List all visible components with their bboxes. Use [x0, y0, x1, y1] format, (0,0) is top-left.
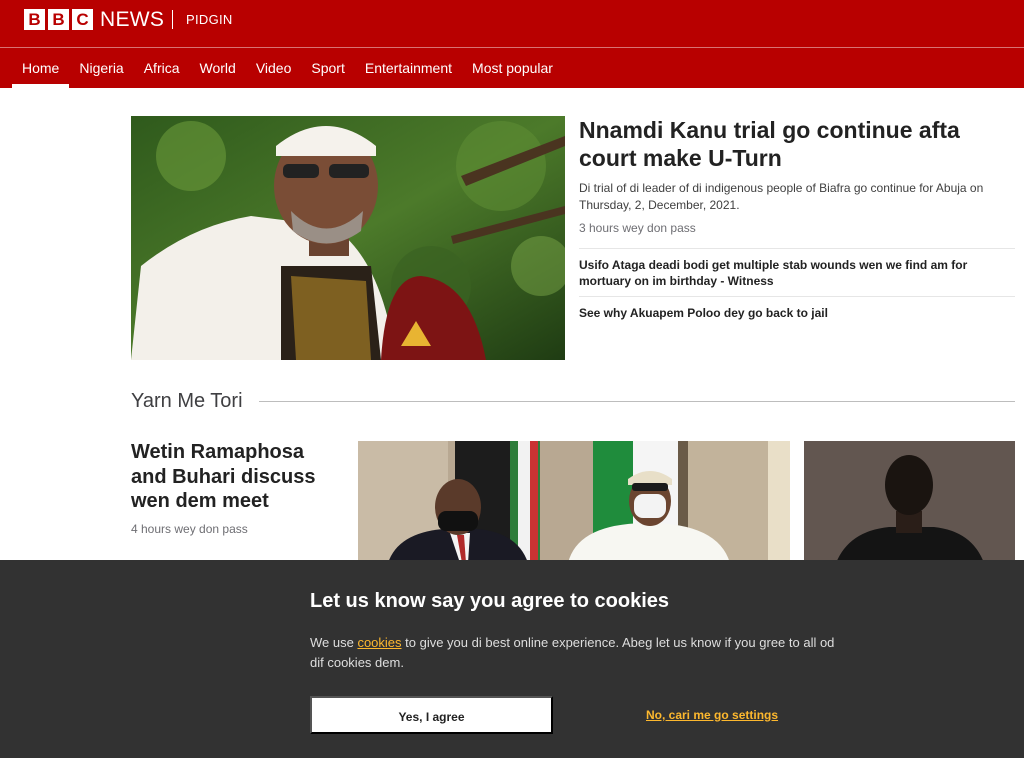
- news-wordmark[interactable]: NEWS: [100, 7, 164, 33]
- related-story-link-ataga[interactable]: Usifo Ataga deadi bodi get multiple stab…: [579, 257, 1015, 289]
- nav-item-world[interactable]: World: [190, 48, 246, 88]
- nav-item-home[interactable]: Home: [12, 48, 70, 88]
- section-story-image[interactable]: [358, 441, 790, 563]
- service-name[interactable]: PIDGIN: [186, 12, 233, 28]
- section-story-headline[interactable]: Wetin Ramaphosa and Buhari discuss wen d…: [131, 440, 341, 514]
- cookie-settings-link[interactable]: No, cari me go settings: [646, 708, 778, 722]
- nav-item-most-popular[interactable]: Most popular: [462, 48, 563, 88]
- masthead: B B C NEWS PIDGIN Home Nigeria Africa Wo…: [0, 0, 1024, 88]
- cookie-banner-body: We use cookies to give you di best onlin…: [310, 633, 840, 673]
- top-story-image[interactable]: [131, 116, 565, 360]
- cookie-banner: Let us know say you agree to cookies We …: [0, 560, 1024, 758]
- top-story-summary: Di trial of di leader of di indigenous p…: [579, 181, 984, 212]
- logo-block-b2: B: [48, 9, 69, 30]
- side-story-image[interactable]: [804, 441, 1015, 563]
- bbc-logo[interactable]: B B C: [24, 9, 93, 30]
- nav-item-video[interactable]: Video: [246, 48, 302, 88]
- nav-item-nigeria[interactable]: Nigeria: [69, 48, 133, 88]
- top-story-headline[interactable]: Nnamdi Kanu trial go continue afta court…: [579, 116, 1015, 172]
- divider: [579, 248, 1015, 249]
- divider: [579, 296, 1015, 297]
- logo-block-b1: B: [24, 9, 45, 30]
- brand-row: B B C NEWS PIDGIN: [0, 0, 1024, 48]
- cookies-link[interactable]: cookies: [357, 635, 401, 650]
- agree-button[interactable]: Yes, I agree: [310, 696, 553, 734]
- nav-item-entertainment[interactable]: Entertainment: [355, 48, 462, 88]
- logo-block-c: C: [72, 9, 93, 30]
- related-story-link-poloo[interactable]: See why Akuapem Poloo dey go back to jai…: [579, 305, 1015, 321]
- section-header: Yarn Me Tori: [131, 388, 1015, 414]
- nav-item-sport[interactable]: Sport: [301, 48, 354, 88]
- top-story-timestamp: 3 hours wey don pass: [579, 221, 696, 235]
- cookie-body-text-start: We use: [310, 635, 358, 650]
- cookie-banner-title: Let us know say you agree to cookies: [310, 590, 670, 612]
- nav-item-africa[interactable]: Africa: [134, 48, 190, 88]
- top-story: Nnamdi Kanu trial go continue afta court…: [579, 116, 1015, 321]
- section-title: Yarn Me Tori: [131, 389, 243, 412]
- main-nav: Home Nigeria Africa World Video Sport En…: [12, 48, 563, 88]
- section-rule: [258, 400, 1015, 402]
- brand-divider: [172, 10, 173, 29]
- section-story-timestamp: 4 hours wey don pass: [131, 522, 248, 536]
